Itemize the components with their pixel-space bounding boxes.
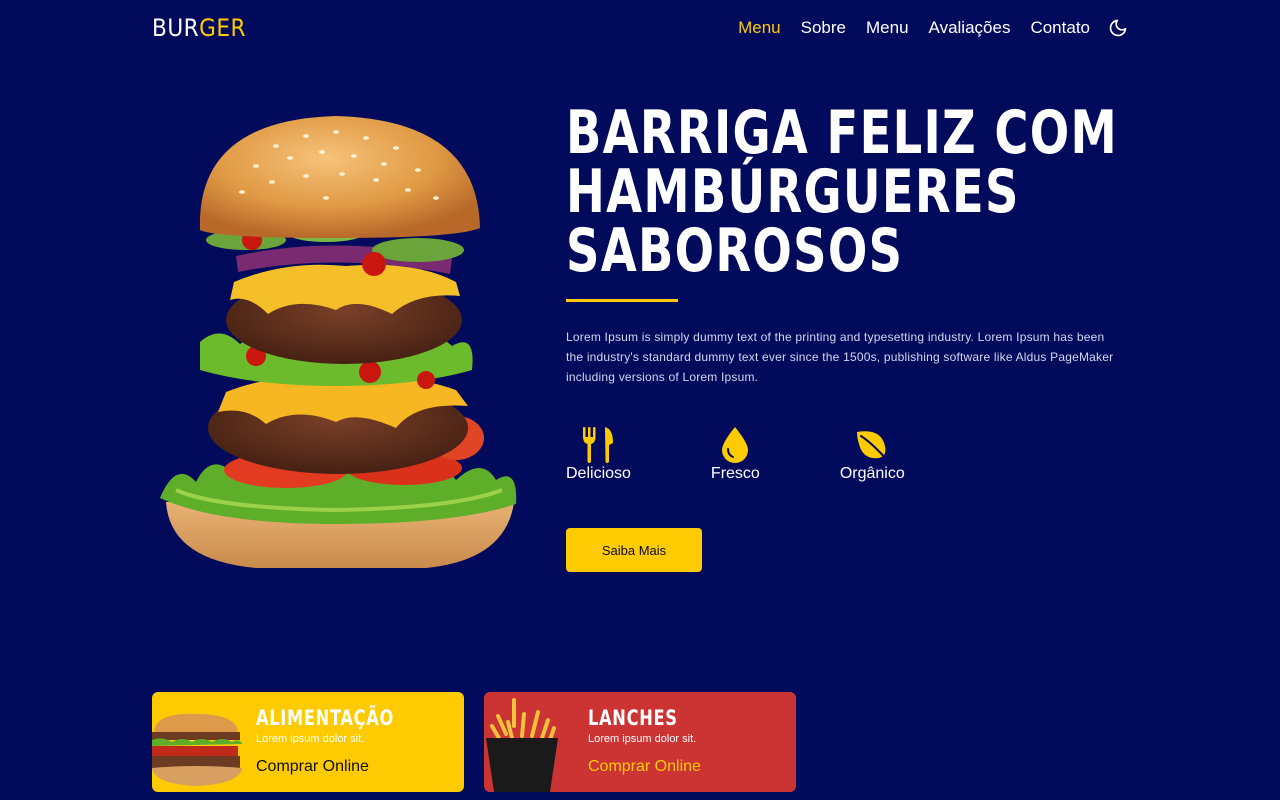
hero-title-line-1: BARRIGA FELIZ COM bbox=[566, 98, 1118, 168]
card-buy-online-link[interactable]: Comprar Online bbox=[588, 758, 701, 776]
feature-fresco: Fresco bbox=[711, 425, 760, 483]
card-burger-image bbox=[152, 692, 248, 792]
nav-menu: Menu Sobre Menu Avaliações Contato bbox=[738, 18, 1128, 38]
nav-item-sobre[interactable]: Sobre bbox=[801, 18, 846, 38]
saiba-mais-button[interactable]: Saiba Mais bbox=[566, 528, 702, 572]
card-subtitle: Lorem ipsum dolor sit. bbox=[256, 733, 365, 745]
hero-burger-image bbox=[156, 110, 518, 572]
moon-icon[interactable] bbox=[1108, 18, 1128, 38]
hero-description: Lorem Ipsum is simply dummy text of the … bbox=[566, 330, 1114, 384]
fork-knife-icon bbox=[578, 425, 618, 465]
leaf-icon bbox=[852, 425, 892, 465]
droplet-icon bbox=[715, 425, 755, 465]
feature-organico: Orgânico bbox=[840, 425, 905, 483]
feature-label: Delicioso bbox=[566, 465, 631, 482]
hero-title: BARRIGA FELIZ COM HAMBÚRGUERES SABOROSOS bbox=[566, 98, 1134, 286]
nav-item-menu[interactable]: Menu bbox=[738, 18, 781, 38]
category-card-alimentacao[interactable]: ALIMENTAÇÃO Lorem ipsum dolor sit. Compr… bbox=[152, 692, 464, 792]
feature-delicioso: Delicioso bbox=[566, 425, 631, 483]
title-underline bbox=[566, 299, 678, 302]
brand-logo-part1: BUR bbox=[152, 14, 200, 42]
card-title: ALIMENTAÇÃO bbox=[256, 706, 394, 730]
nav-item-menu-2[interactable]: Menu bbox=[866, 18, 909, 38]
hero-title-line-2: HAMBÚRGUERES bbox=[566, 157, 1020, 227]
nav-item-avaliacoes[interactable]: Avaliações bbox=[929, 18, 1011, 38]
card-title: LANCHES bbox=[588, 706, 678, 730]
category-card-lanches[interactable]: LANCHES Lorem ipsum dolor sit. Comprar O… bbox=[484, 692, 796, 792]
features-list: Delicioso Fresco Orgânico bbox=[566, 425, 1136, 483]
card-fries-image bbox=[484, 692, 580, 792]
hero-title-line-3: SABOROSOS bbox=[566, 216, 904, 286]
card-buy-online-link[interactable]: Comprar Online bbox=[256, 758, 369, 776]
brand-logo-part2: GER bbox=[199, 14, 246, 42]
hero-section: BARRIGA FELIZ COM HAMBÚRGUERES SABOROSOS… bbox=[566, 98, 1136, 572]
card-subtitle: Lorem ipsum dolor sit. bbox=[588, 733, 697, 745]
feature-label: Orgânico bbox=[839, 465, 905, 482]
feature-label: Fresco bbox=[710, 465, 760, 482]
nav-item-contato[interactable]: Contato bbox=[1030, 18, 1090, 38]
brand-logo[interactable]: BURGER bbox=[152, 14, 246, 42]
navbar: BURGER Menu Sobre Menu Avaliações Contat… bbox=[152, 0, 1128, 56]
